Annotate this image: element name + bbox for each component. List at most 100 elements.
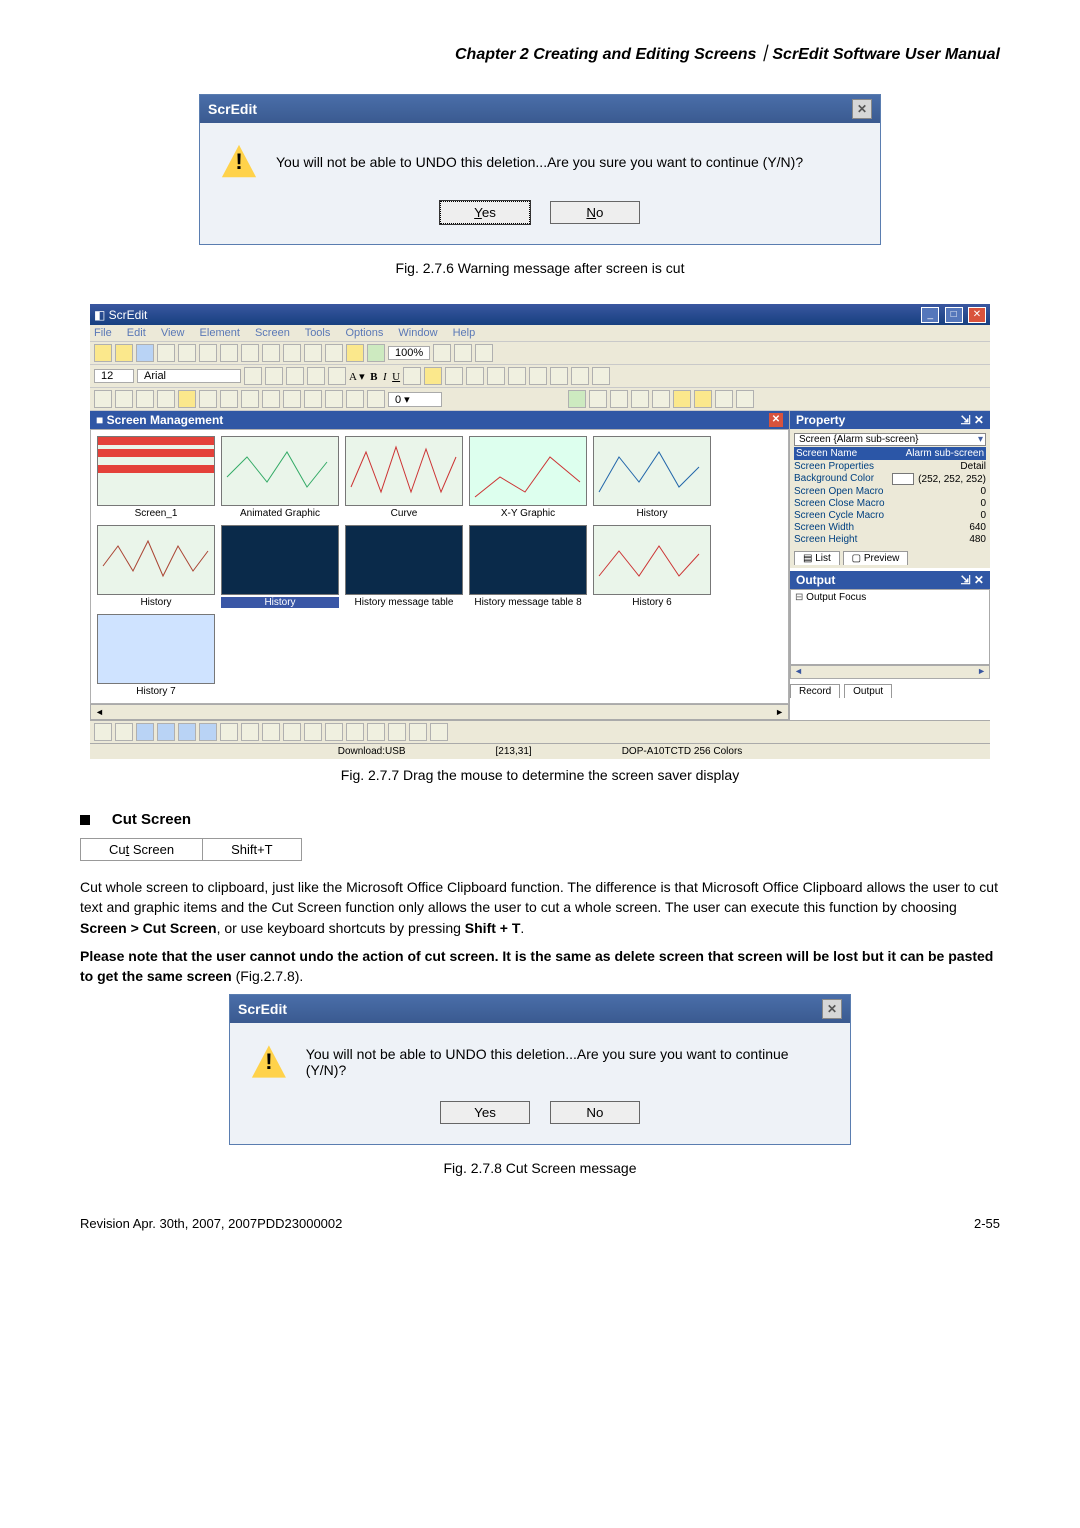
tool-icon[interactable] <box>136 723 154 741</box>
font-size-select[interactable]: 12 <box>94 369 134 383</box>
element-icon[interactable] <box>157 390 175 408</box>
tool-icon[interactable] <box>220 723 238 741</box>
element-icon[interactable] <box>115 390 133 408</box>
element-icon[interactable] <box>199 390 217 408</box>
zoom-fit-icon[interactable] <box>433 344 451 362</box>
element-icon[interactable] <box>94 390 112 408</box>
menu-tools[interactable]: Tools <box>305 327 331 339</box>
arrow-left-icon[interactable] <box>244 367 262 385</box>
tool-icon[interactable] <box>94 723 112 741</box>
tool-icon[interactable] <box>631 390 649 408</box>
horizontal-scrollbar[interactable]: ◄► <box>90 704 789 720</box>
align-right-icon[interactable] <box>487 367 505 385</box>
screen-thumb[interactable]: X-Y Graphic <box>469 436 587 519</box>
element-icon[interactable] <box>325 390 343 408</box>
menubar[interactable]: File Edit View Element Screen Tools Opti… <box>90 325 990 342</box>
ungroup-icon[interactable] <box>325 344 343 362</box>
tool-icon[interactable] <box>568 390 586 408</box>
element-icon[interactable] <box>304 390 322 408</box>
zoom-in-icon[interactable] <box>454 344 472 362</box>
screen-thumb[interactable]: History message table 8 <box>469 525 587 608</box>
undo-icon[interactable] <box>178 344 196 362</box>
fill-icon[interactable] <box>403 367 421 385</box>
arrow-down-icon[interactable] <box>328 367 346 385</box>
compile-icon[interactable] <box>367 344 385 362</box>
tool-icon[interactable] <box>115 723 133 741</box>
new-icon[interactable] <box>94 344 112 362</box>
element-icon[interactable] <box>220 390 238 408</box>
paste-icon[interactable] <box>262 344 280 362</box>
pin-close-icon[interactable]: ⇲ ✕ <box>961 573 984 587</box>
arrow-up-icon[interactable] <box>307 367 325 385</box>
close-icon[interactable]: ✕ <box>968 307 986 323</box>
close-icon[interactable]: ✕ <box>769 413 783 427</box>
menu-file[interactable]: File <box>94 327 112 339</box>
element-icon[interactable] <box>367 390 385 408</box>
screen-thumb[interactable]: History <box>97 525 215 608</box>
open-icon[interactable] <box>115 344 133 362</box>
menu-window[interactable]: Window <box>398 327 437 339</box>
tool-icon[interactable] <box>241 723 259 741</box>
tool-icon[interactable] <box>304 723 322 741</box>
cut-icon[interactable] <box>220 344 238 362</box>
tool-icon[interactable] <box>262 723 280 741</box>
align-icon[interactable] <box>424 367 442 385</box>
redo-icon[interactable] <box>199 344 217 362</box>
yes-button[interactable]: Yes <box>440 1101 530 1124</box>
pin-close-icon[interactable]: ⇲ ✕ <box>961 413 984 427</box>
tool-icon[interactable] <box>694 390 712 408</box>
align-left-icon[interactable] <box>445 367 463 385</box>
screen-dropdown[interactable]: Screen {Alarm sub-screen} <box>794 433 986 446</box>
menu-edit[interactable]: Edit <box>127 327 146 339</box>
maximize-icon[interactable]: □ <box>945 307 963 323</box>
tool-icon[interactable] <box>589 390 607 408</box>
screen-thumb[interactable]: History 7 <box>97 614 215 697</box>
element-icon[interactable] <box>178 390 196 408</box>
tool-icon[interactable] <box>409 723 427 741</box>
tool-icon[interactable] <box>178 723 196 741</box>
tool-icon[interactable] <box>430 723 448 741</box>
screen-thumb[interactable]: Curve <box>345 436 463 519</box>
screen-thumb[interactable]: History message table <box>345 525 463 608</box>
tab-record[interactable]: Record <box>790 684 840 698</box>
element-icon[interactable] <box>262 390 280 408</box>
arrow-right-icon[interactable] <box>286 367 304 385</box>
tab-list[interactable]: ▤ List <box>794 551 840 565</box>
screen-icon[interactable] <box>346 344 364 362</box>
align-center-icon[interactable] <box>466 367 484 385</box>
print-icon[interactable] <box>157 344 175 362</box>
tool-icon[interactable] <box>715 390 733 408</box>
tool-icon[interactable] <box>157 723 175 741</box>
copy-icon[interactable] <box>241 344 259 362</box>
save-icon[interactable] <box>136 344 154 362</box>
output-tree-item[interactable]: Output Focus <box>795 592 985 603</box>
menu-screen[interactable]: Screen <box>255 327 290 339</box>
align-middle-icon[interactable] <box>529 367 547 385</box>
menu-element[interactable]: Element <box>200 327 240 339</box>
minimize-icon[interactable]: _ <box>921 307 939 323</box>
font-family-select[interactable]: Arial <box>137 369 241 383</box>
close-icon[interactable]: ✕ <box>822 999 842 1019</box>
distrib-h-icon[interactable] <box>571 367 589 385</box>
element-icon[interactable] <box>283 390 301 408</box>
close-icon[interactable]: ✕ <box>852 99 872 119</box>
tool-icon[interactable] <box>283 723 301 741</box>
yes-button[interactable]: Yes <box>440 201 530 224</box>
group-icon[interactable] <box>304 344 322 362</box>
zoom-select[interactable]: 100% <box>388 346 430 360</box>
element-icon[interactable] <box>136 390 154 408</box>
menu-help[interactable]: Help <box>453 327 476 339</box>
screen-thumb[interactable]: Animated Graphic <box>221 436 339 519</box>
zoom-out-icon[interactable] <box>475 344 493 362</box>
no-button[interactable]: No <box>550 1101 640 1124</box>
screen-thumb[interactable]: History 6 <box>593 525 711 608</box>
menu-view[interactable]: View <box>161 327 185 339</box>
tool-icon[interactable] <box>346 723 364 741</box>
element-icon[interactable] <box>241 390 259 408</box>
tool-icon[interactable] <box>673 390 691 408</box>
tool-icon[interactable] <box>388 723 406 741</box>
screen-thumb[interactable]: History <box>593 436 711 519</box>
screen-thumb[interactable]: History <box>221 525 339 608</box>
state-select[interactable]: 0 ▾ <box>388 392 442 407</box>
output-scrollbar[interactable]: ◄► <box>790 665 990 679</box>
